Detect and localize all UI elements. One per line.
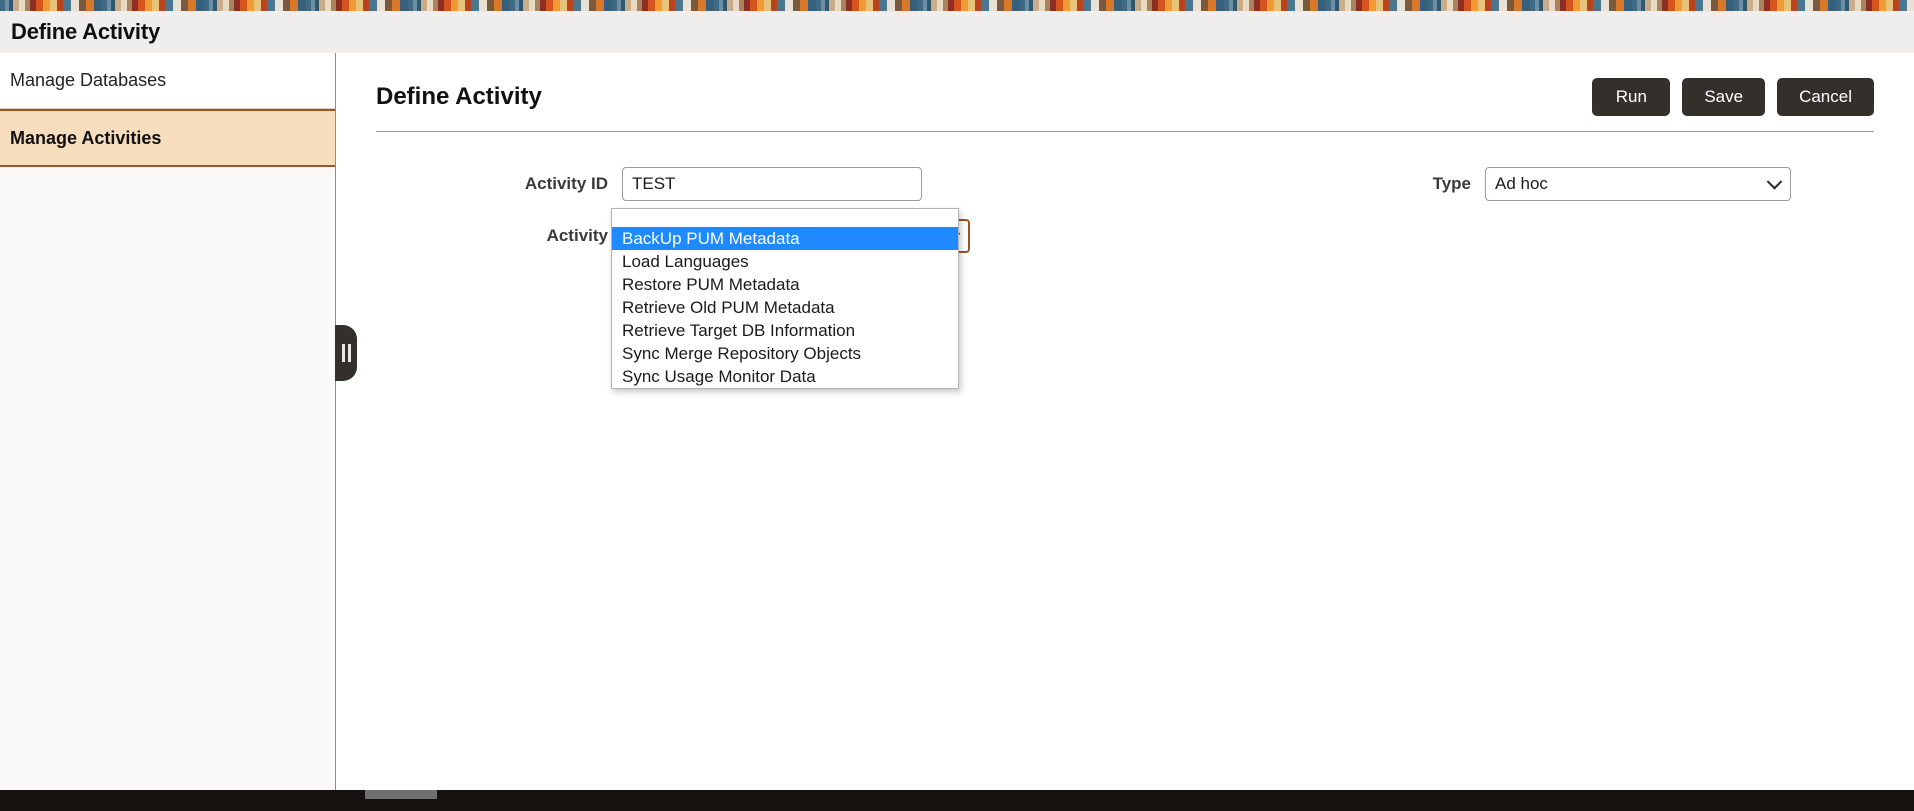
decorative-top-image-strip bbox=[0, 0, 1914, 11]
activity-label: Activity bbox=[546, 226, 608, 245]
horizontal-scrollbar-thumb[interactable] bbox=[365, 790, 437, 799]
sidebar-item-manage-databases[interactable]: Manage Databases bbox=[0, 53, 335, 109]
window-title: Define Activity bbox=[11, 19, 161, 44]
run-button[interactable]: Run bbox=[1592, 78, 1671, 116]
dropdown-option[interactable]: Retrieve Target DB Information bbox=[612, 319, 958, 342]
main-content: Define Activity Run Save Cancel Activity… bbox=[336, 53, 1914, 790]
dropdown-option[interactable]: BackUp PUM Metadata bbox=[612, 227, 958, 250]
form-row-activity-id: Activity ID Type Ad hoc bbox=[376, 158, 1874, 210]
dropdown-option[interactable]: Retrieve Old PUM Metadata bbox=[612, 296, 958, 319]
activity-options-dropdown[interactable]: BackUp PUM Metadata Load Languages Resto… bbox=[611, 208, 959, 389]
type-field-group: Type Ad hoc bbox=[1411, 158, 1791, 210]
body-container: Manage Databases Manage Activities Defin… bbox=[0, 53, 1914, 790]
cancel-button[interactable]: Cancel bbox=[1777, 78, 1874, 116]
chevron-down-icon bbox=[1766, 174, 1783, 190]
sidebar-item-label: Manage Activities bbox=[10, 127, 162, 148]
sidebar: Manage Databases Manage Activities bbox=[0, 53, 357, 790]
header-divider bbox=[376, 131, 1874, 132]
action-button-group: Run Save Cancel bbox=[1592, 78, 1874, 116]
main-header: Define Activity Run Save Cancel bbox=[376, 53, 1874, 119]
dropdown-option-blank[interactable] bbox=[612, 209, 958, 227]
type-select[interactable]: Ad hoc bbox=[1485, 167, 1791, 201]
save-button[interactable]: Save bbox=[1682, 78, 1766, 116]
dropdown-option[interactable]: Sync Usage Monitor Data bbox=[612, 365, 958, 388]
type-select-value: Ad hoc bbox=[1495, 174, 1548, 193]
window-header: Define Activity bbox=[0, 11, 1914, 53]
dropdown-option[interactable]: Restore PUM Metadata bbox=[612, 273, 958, 296]
form-row-activity: Activity bbox=[376, 210, 1874, 262]
sidebar-item-label: Manage Databases bbox=[10, 70, 167, 90]
activity-id-field-group: Activity ID bbox=[376, 167, 922, 201]
page-title: Define Activity bbox=[376, 83, 542, 110]
sidebar-item-manage-activities[interactable]: Manage Activities bbox=[0, 109, 335, 167]
dropdown-option[interactable]: Load Languages bbox=[612, 250, 958, 273]
handle-bar-right bbox=[347, 344, 351, 362]
define-activity-form: Activity ID Type Ad hoc Activity bbox=[376, 158, 1874, 389]
sidebar-collapse-handle-icon[interactable] bbox=[335, 325, 357, 381]
bottom-bar bbox=[0, 790, 1914, 811]
activity-id-input[interactable] bbox=[622, 167, 922, 201]
dropdown-option[interactable]: Sync Merge Repository Objects bbox=[612, 342, 958, 365]
handle-bar-left bbox=[341, 344, 345, 362]
type-label: Type bbox=[1432, 174, 1471, 193]
activity-id-label: Activity ID bbox=[524, 174, 608, 193]
